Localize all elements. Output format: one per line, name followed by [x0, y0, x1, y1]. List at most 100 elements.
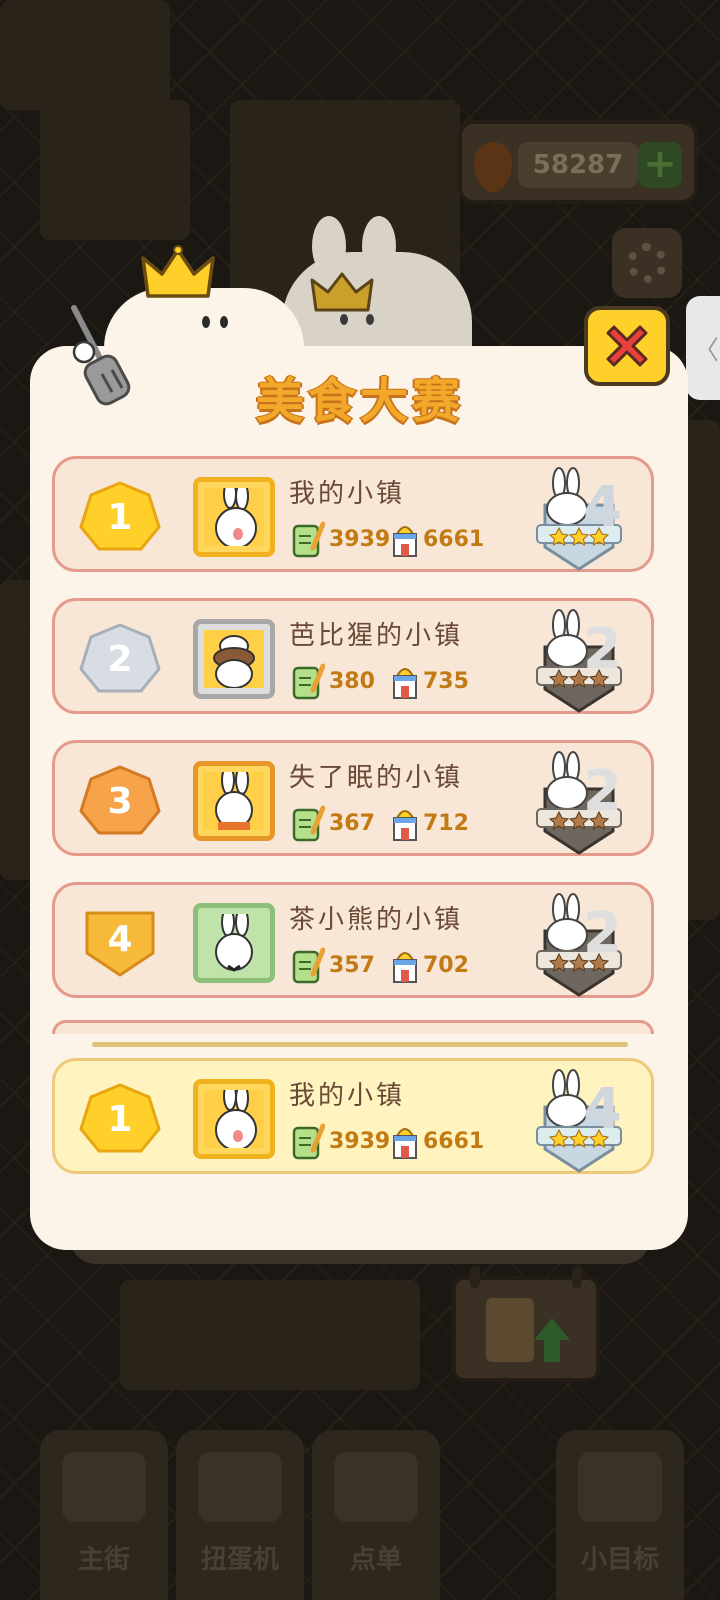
shop-building-icon — [393, 1128, 417, 1159]
town-level: 2 — [583, 617, 622, 682]
close-x-icon — [606, 325, 648, 367]
add-currency-button[interactable]: + — [638, 142, 682, 188]
score-value: 357 — [329, 952, 375, 978]
town-name: 我的小镇 — [289, 1081, 406, 1111]
town-level: 2 — [583, 759, 622, 824]
town-level: 2 — [583, 901, 622, 966]
side-drawer-tab[interactable]: 〈 — [686, 296, 720, 400]
player-avatar[interactable] — [193, 903, 275, 983]
up-arrow-icon — [534, 1318, 570, 1362]
crown-icon — [141, 245, 215, 298]
order-list-icon — [334, 1452, 418, 1522]
town-name: 茶小熊的小镇 — [289, 905, 464, 935]
rank-badge-silver: 2 — [77, 621, 163, 697]
popularity-value: 712 — [423, 810, 469, 836]
nav-small-goal[interactable]: 小目标 — [556, 1430, 684, 1600]
gear-icon — [627, 243, 667, 283]
bottom-navigation: 主街 扭蛋机 点单 小目标 — [0, 1390, 720, 1600]
town-level-badge: 2 — [531, 607, 627, 713]
town-name: 失了眠的小镇 — [289, 763, 464, 793]
rank-number: 4 — [107, 919, 133, 960]
player-avatar[interactable] — [193, 761, 275, 841]
rank-badge-gold: 1 — [77, 1081, 163, 1157]
town-level-badge: 2 — [531, 749, 627, 855]
score-stat: 380 — [291, 661, 375, 701]
nav-gacha[interactable]: 扭蛋机 — [176, 1430, 304, 1600]
bunny-avatar-icon — [215, 772, 253, 830]
rank-badge-gold: 1 — [77, 479, 163, 555]
popularity-stat: 712 — [391, 803, 469, 843]
ranking-row[interactable]: 3 失了眠的小镇 367 712 2 — [52, 740, 654, 856]
rank-badge-bronze: 3 — [77, 763, 163, 839]
upgrade-task-board[interactable] — [452, 1266, 600, 1382]
player-avatar[interactable] — [193, 1079, 275, 1159]
shop-building-icon — [393, 526, 417, 557]
shop-building-icon — [393, 952, 417, 983]
ranking-list[interactable]: 1 我的小镇 3939 6661 4 2 芭比猩的小镇 380 735 2 3 … — [48, 452, 670, 1032]
player-avatar[interactable] — [193, 619, 275, 699]
score-stat: 3939 — [291, 519, 390, 559]
bunny-avatar-icon — [215, 488, 257, 546]
map-icon — [62, 1452, 146, 1522]
shop-building-icon — [393, 810, 417, 841]
score-stat: 367 — [291, 803, 375, 843]
recipe-clipboard-icon — [292, 663, 325, 700]
score-stat: 3939 — [291, 1121, 390, 1161]
popularity-stat: 6661 — [391, 519, 484, 559]
popularity-value: 6661 — [423, 526, 485, 552]
background-building — [0, 0, 170, 110]
score-value: 3939 — [329, 1128, 391, 1154]
carrot-currency-bar: 58287 + — [458, 120, 698, 204]
popularity-value: 702 — [423, 952, 469, 978]
rank-number: 2 — [107, 639, 133, 680]
bunny-goal-icon — [578, 1452, 662, 1522]
chevron-left-icon: 〈 — [692, 335, 719, 366]
town-level: 4 — [583, 475, 622, 540]
rank-number: 1 — [107, 1099, 133, 1140]
settings-button[interactable] — [612, 228, 682, 298]
crown-icon — [310, 272, 374, 312]
carrot-amount: 58287 — [518, 142, 638, 188]
rank-number: 1 — [107, 497, 133, 538]
recipe-clipboard-icon — [292, 1123, 325, 1160]
panel-title: 美食大赛 — [255, 373, 464, 429]
nav-order[interactable]: 点单 — [312, 1430, 440, 1600]
popularity-stat: 6661 — [391, 1121, 484, 1161]
chef-avatar-icon — [213, 635, 255, 688]
pin-icon — [470, 1266, 480, 1288]
recipe-clipboard-icon — [292, 805, 325, 842]
player-avatar[interactable] — [193, 477, 275, 557]
my-ranking-row[interactable]: 1 我的小镇 3939 6661 4 — [52, 1058, 654, 1174]
clipboard-icon — [486, 1298, 534, 1362]
rank-badge-plain: 4 — [77, 905, 163, 981]
town-level: 4 — [583, 1077, 622, 1142]
town-name: 芭比猩的小镇 — [289, 621, 464, 651]
spatula-icon — [71, 305, 131, 406]
popularity-value: 6661 — [423, 1128, 485, 1154]
recipe-clipboard-icon — [292, 521, 325, 558]
bunny-eye — [220, 316, 228, 328]
score-value: 3939 — [329, 526, 391, 552]
ranking-row[interactable]: 1 我的小镇 3939 6661 4 — [52, 456, 654, 572]
score-value: 367 — [329, 810, 375, 836]
popularity-value: 735 — [423, 668, 469, 694]
score-stat: 357 — [291, 945, 375, 985]
bunny-avatar-icon — [215, 1090, 257, 1148]
popularity-stat: 702 — [391, 945, 469, 985]
score-value: 380 — [329, 668, 375, 694]
nav-label: 小目标 — [580, 1545, 659, 1575]
carrot-icon — [474, 142, 512, 192]
town-level-badge: 4 — [531, 465, 627, 571]
nav-main-street[interactable]: 主街 — [40, 1430, 168, 1600]
town-level-badge: 2 — [531, 891, 627, 997]
town-name: 我的小镇 — [289, 479, 406, 509]
popularity-stat: 735 — [391, 661, 469, 701]
ranking-row[interactable]: 4 茶小熊的小镇 357 702 2 — [52, 882, 654, 998]
ranking-row[interactable]: 2 芭比猩的小镇 380 735 2 — [52, 598, 654, 714]
bunny-avatar-icon — [215, 914, 253, 972]
recipe-clipboard-icon — [292, 947, 325, 984]
close-button[interactable] — [584, 306, 670, 386]
background-building — [40, 100, 190, 240]
background-building — [120, 1280, 420, 1390]
rank-number: 3 — [107, 781, 133, 822]
